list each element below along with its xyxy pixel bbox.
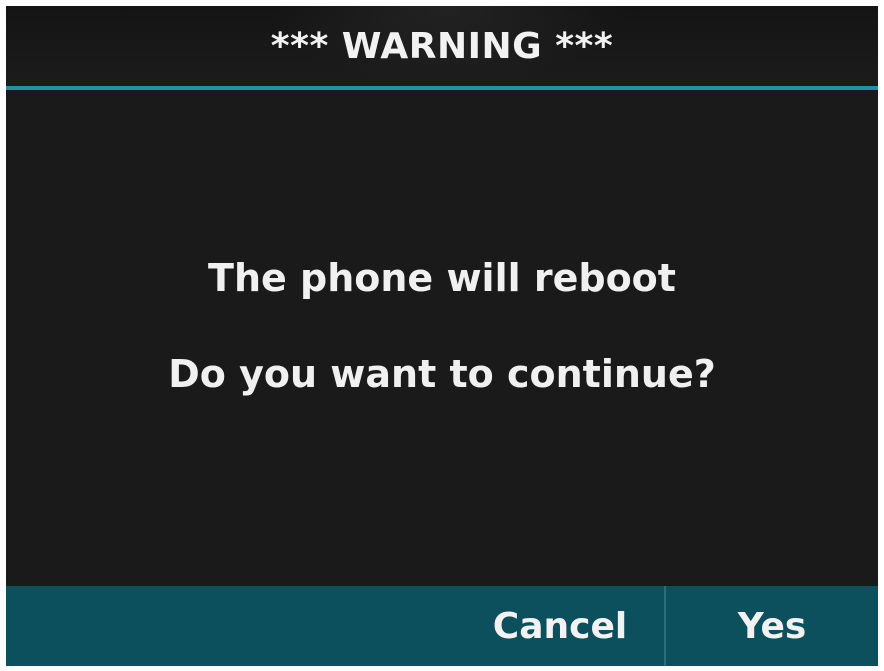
cancel-softkey[interactable]: Cancel xyxy=(456,586,664,666)
phone-screen: *** WARNING *** The phone will reboot Do… xyxy=(6,6,878,666)
dialog-content: The phone will reboot Do you want to con… xyxy=(6,90,878,584)
reboot-message: The phone will reboot xyxy=(208,256,676,300)
softkey-bar: Cancel Yes xyxy=(6,586,878,666)
confirm-question: Do you want to continue? xyxy=(168,352,716,396)
title-bar: *** WARNING *** xyxy=(6,6,878,86)
dialog-title: *** WARNING *** xyxy=(270,25,614,67)
yes-softkey[interactable]: Yes xyxy=(666,586,878,666)
